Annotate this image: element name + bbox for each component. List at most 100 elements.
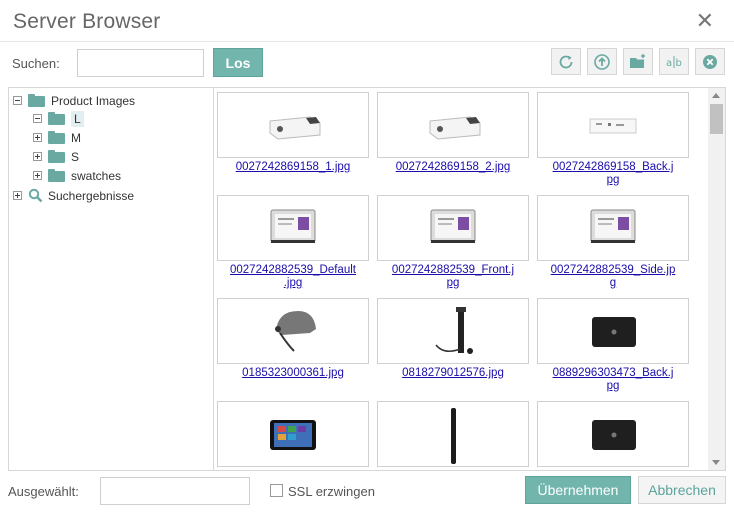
- file-name-line: pg: [606, 380, 620, 392]
- file-thumbnail[interactable]: [537, 92, 689, 158]
- file-name-line: 0027242869158_2.jpg: [395, 161, 511, 173]
- file-name-link[interactable]: 0889296303473_Back.j pg: [537, 367, 689, 393]
- file-tile[interactable]: 0027242882539_Side.jp g: [537, 195, 689, 290]
- scroll-down-icon[interactable]: [712, 460, 720, 465]
- file-thumbnail[interactable]: [377, 298, 529, 364]
- apply-button[interactable]: Übernehmen: [525, 476, 631, 504]
- file-grid: 0027242869158_1.jpg 0027242869158_2.jpg 00…: [214, 87, 726, 471]
- scroll-thumb[interactable]: [710, 104, 723, 134]
- file-thumbnail[interactable]: [377, 195, 529, 261]
- tree-item-label: Suchergebnisse: [48, 188, 135, 203]
- expand-icon[interactable]: [33, 171, 42, 180]
- expand-icon[interactable]: [33, 133, 42, 142]
- new-folder-icon: [630, 53, 645, 68]
- svg-text:a: a: [666, 58, 672, 69]
- new-folder-button[interactable]: [623, 48, 653, 75]
- search-input[interactable]: [77, 49, 204, 77]
- file-name-link[interactable]: 0027242869158_Back.j pg: [537, 161, 689, 187]
- file-thumbnail[interactable]: [537, 298, 689, 364]
- upload-icon: [594, 53, 610, 70]
- title-bar: Server Browser ✕: [0, 0, 734, 42]
- file-thumbnail[interactable]: [217, 401, 369, 467]
- upload-button[interactable]: [587, 48, 617, 75]
- file-thumbnail[interactable]: [377, 92, 529, 158]
- file-name-link[interactable]: 0027242869158_1.jpg: [217, 161, 369, 174]
- svg-text:b: b: [676, 58, 682, 69]
- file-name-line: 0889296303473_Back.j: [552, 367, 674, 379]
- expand-icon[interactable]: [13, 191, 22, 200]
- search-icon: [28, 188, 43, 203]
- file-name-line: 0027242882539_Front.j: [391, 264, 515, 276]
- folder-icon: [48, 169, 65, 182]
- cancel-button[interactable]: Abbrechen: [638, 476, 726, 504]
- file-tile[interactable]: 0185323000361.jpg: [217, 298, 369, 380]
- folder-open-icon: [48, 112, 65, 125]
- toolbar: Suchen: Los a b: [0, 42, 734, 86]
- file-thumbnail[interactable]: [217, 195, 369, 261]
- expand-icon[interactable]: [33, 152, 42, 161]
- file-tile[interactable]: 0889296303473_Back.j pg: [537, 298, 689, 393]
- selected-label: Ausgewählt:: [8, 484, 79, 499]
- file-name-line: 0027242869158_1.jpg: [235, 161, 351, 173]
- refresh-icon: [559, 55, 573, 68]
- file-thumbnail[interactable]: [217, 298, 369, 364]
- file-name-line: 0185323000361.jpg: [242, 367, 344, 379]
- collapse-icon[interactable]: [13, 96, 22, 105]
- tree-item-swatches[interactable]: swatches: [33, 166, 121, 185]
- file-tile[interactable]: [537, 401, 689, 470]
- file-thumbnail[interactable]: [537, 401, 689, 467]
- file-tile[interactable]: 0027242869158_2.jpg: [377, 92, 529, 174]
- file-name-line: 0027242882539_Side.jp: [550, 264, 676, 276]
- file-tile[interactable]: [217, 401, 369, 470]
- file-name-line: 0027242869158_Back.j: [552, 161, 674, 173]
- folder-icon: [48, 150, 65, 163]
- tree-item-label: L: [71, 110, 84, 127]
- refresh-button[interactable]: [551, 48, 581, 75]
- rename-button[interactable]: a b: [659, 48, 689, 75]
- file-name-line: pg: [446, 277, 460, 289]
- close-icon[interactable]: ✕: [696, 10, 714, 32]
- delete-icon: [703, 54, 717, 69]
- ssl-checkbox[interactable]: [270, 484, 283, 497]
- search-go-button[interactable]: Los: [213, 48, 263, 77]
- file-name-link[interactable]: 0027242869158_2.jpg: [377, 161, 529, 174]
- collapse-icon[interactable]: [33, 114, 42, 123]
- file-name-link[interactable]: 0185323000361.jpg: [217, 367, 369, 380]
- file-tile[interactable]: 0027242869158_Back.j pg: [537, 92, 689, 187]
- file-name-line: .jpg: [283, 277, 303, 289]
- file-name-link[interactable]: 0027242882539_Side.jp g: [537, 264, 689, 290]
- rename-icon: a b: [666, 55, 682, 69]
- file-name-line: g: [609, 277, 617, 289]
- file-thumbnail[interactable]: [217, 92, 369, 158]
- dialog-title: Server Browser: [13, 10, 161, 33]
- tree-item-label: S: [71, 149, 80, 164]
- file-tile[interactable]: 0027242882539_Front.j pg: [377, 195, 529, 290]
- tree-item-s[interactable]: S: [33, 147, 79, 166]
- file-tile[interactable]: [377, 401, 529, 470]
- folder-icon: [28, 94, 45, 107]
- tree-item-label: M: [71, 130, 81, 145]
- folder-tree: Product Images L M S swatches Suchergebn…: [8, 87, 214, 471]
- tree-item-search-results[interactable]: Suchergebnisse: [13, 186, 134, 205]
- file-name-line: 0818279012576.jpg: [402, 367, 504, 379]
- file-tile[interactable]: 0027242882539_Default .jpg: [217, 195, 369, 290]
- vertical-scrollbar[interactable]: [708, 88, 725, 470]
- file-thumbnail[interactable]: [377, 401, 529, 467]
- tree-item-l[interactable]: L: [33, 109, 84, 128]
- file-thumbnail[interactable]: [537, 195, 689, 261]
- search-label: Suchen:: [12, 56, 60, 71]
- file-name-link[interactable]: 0027242882539_Front.j pg: [377, 264, 529, 290]
- selected-file-input[interactable]: [100, 477, 250, 505]
- scroll-up-icon[interactable]: [712, 93, 720, 98]
- delete-button[interactable]: [695, 48, 725, 75]
- file-tile[interactable]: 0027242869158_1.jpg: [217, 92, 369, 174]
- file-name-link[interactable]: 0818279012576.jpg: [377, 367, 529, 380]
- file-name-link[interactable]: 0027242882539_Default .jpg: [217, 264, 369, 290]
- tree-item-label: Product Images: [51, 93, 136, 108]
- file-name-line: pg: [606, 174, 620, 186]
- file-tile[interactable]: 0818279012576.jpg: [377, 298, 529, 380]
- folder-icon: [48, 131, 65, 144]
- tree-item-product-images[interactable]: Product Images: [13, 91, 135, 110]
- ssl-label: SSL erzwingen: [288, 484, 375, 499]
- tree-item-m[interactable]: M: [33, 128, 81, 147]
